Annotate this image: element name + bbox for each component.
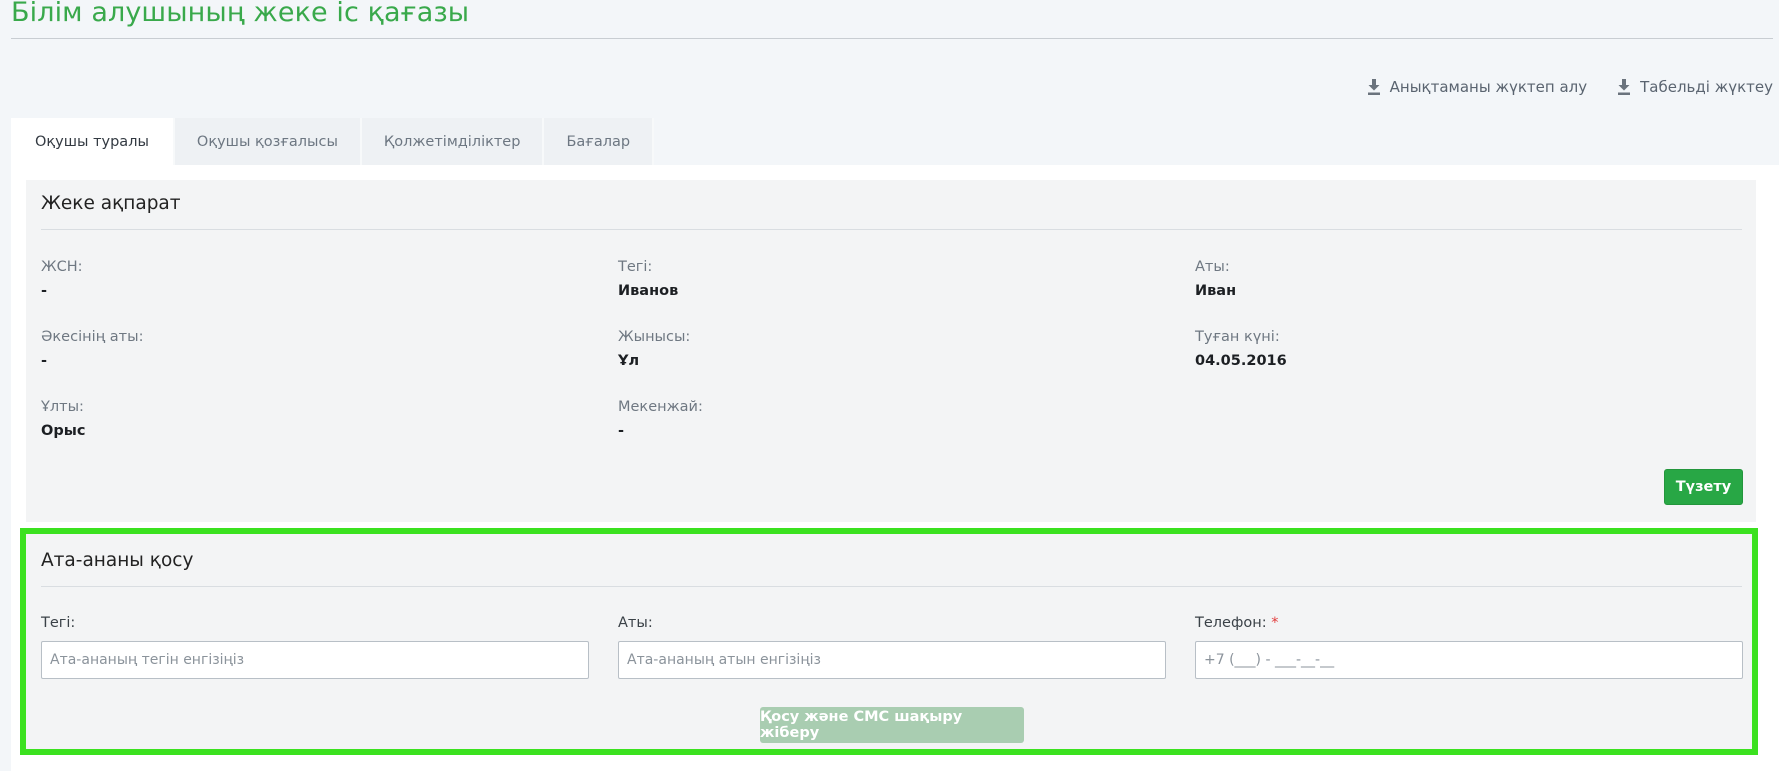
parent-name-label: Аты: bbox=[618, 615, 653, 631]
personal-info-divider bbox=[41, 229, 1742, 230]
download-icon bbox=[1367, 79, 1381, 95]
field-label: Ұлты: bbox=[41, 399, 84, 415]
field-value: Иванов bbox=[618, 283, 679, 299]
field-value: Ұл bbox=[618, 353, 640, 369]
field-address: Мекенжай: - bbox=[618, 399, 703, 439]
add-parent-divider bbox=[41, 586, 1742, 587]
field-value: Орыс bbox=[41, 423, 86, 439]
parent-surname-input[interactable] bbox=[41, 641, 589, 679]
download-timesheet-label: Табельді жүктеу bbox=[1640, 78, 1773, 96]
download-timesheet-button[interactable]: Табельді жүктеу bbox=[1617, 78, 1773, 96]
tab-grades[interactable]: Бағалар bbox=[544, 118, 655, 165]
personal-info-title: Жеке ақпарат bbox=[41, 193, 181, 214]
field-value: - bbox=[41, 283, 48, 299]
field-birth-date: Туған күні: 04.05.2016 bbox=[1195, 329, 1287, 369]
field-label: Жынысы: bbox=[618, 329, 691, 345]
field-value: - bbox=[41, 353, 48, 369]
field-surname: Тегі: Иванов bbox=[618, 259, 678, 299]
add-parent-title: Ата-ананы қосу bbox=[41, 550, 194, 571]
parent-surname-label: Тегі: bbox=[41, 615, 76, 631]
parent-name-input[interactable] bbox=[618, 641, 1166, 679]
tab-student-movement[interactable]: Оқушы қозғалысы bbox=[174, 118, 362, 165]
download-reference-label: Анықтаманы жүктеп алу bbox=[1389, 78, 1588, 96]
download-icon bbox=[1617, 79, 1631, 95]
phone-label-text: Телефон: bbox=[1195, 615, 1267, 631]
required-marker: * bbox=[1271, 615, 1279, 631]
field-label: Тегі: bbox=[618, 259, 653, 275]
field-iin: ЖСН: - bbox=[41, 259, 83, 299]
field-label: Әкесінің аты: bbox=[41, 329, 144, 345]
field-value: - bbox=[618, 423, 625, 439]
field-label: Мекенжай: bbox=[618, 399, 703, 415]
page-actions: Анықтаманы жүктеп алу Табельді жүктеу bbox=[1367, 78, 1773, 96]
field-nationality: Ұлты: Орыс bbox=[41, 399, 85, 439]
field-name: Аты: Иван bbox=[1195, 259, 1236, 299]
download-reference-button[interactable]: Анықтаманы жүктеп алу bbox=[1367, 78, 1587, 96]
parent-phone-input[interactable] bbox=[1195, 641, 1743, 679]
field-label: ЖСН: bbox=[41, 259, 83, 275]
tab-bar: Оқушы туралы Оқушы қозғалысы Қолжетімділ… bbox=[11, 118, 655, 165]
personal-info-card bbox=[26, 180, 1756, 522]
add-and-send-sms-button[interactable]: Қосу және СМС шақыру жіберу bbox=[760, 707, 1024, 743]
tab-accesses[interactable]: Қолжетімділіктер bbox=[361, 118, 545, 165]
field-label: Туған күні: bbox=[1195, 329, 1280, 345]
tab-about-student[interactable]: Оқушы туралы bbox=[11, 118, 175, 165]
field-gender: Жынысы: Ұл bbox=[618, 329, 690, 369]
field-patronymic: Әкесінің аты: - bbox=[41, 329, 143, 369]
page-title: Білім алушының жеке іс қағазы bbox=[11, 0, 470, 28]
field-value: 04.05.2016 bbox=[1195, 353, 1287, 369]
field-value: Иван bbox=[1195, 283, 1237, 299]
title-divider bbox=[11, 38, 1773, 39]
field-label: Аты: bbox=[1195, 259, 1230, 275]
edit-button[interactable]: Түзету bbox=[1664, 469, 1743, 505]
parent-phone-label: Телефон: * bbox=[1195, 615, 1278, 631]
